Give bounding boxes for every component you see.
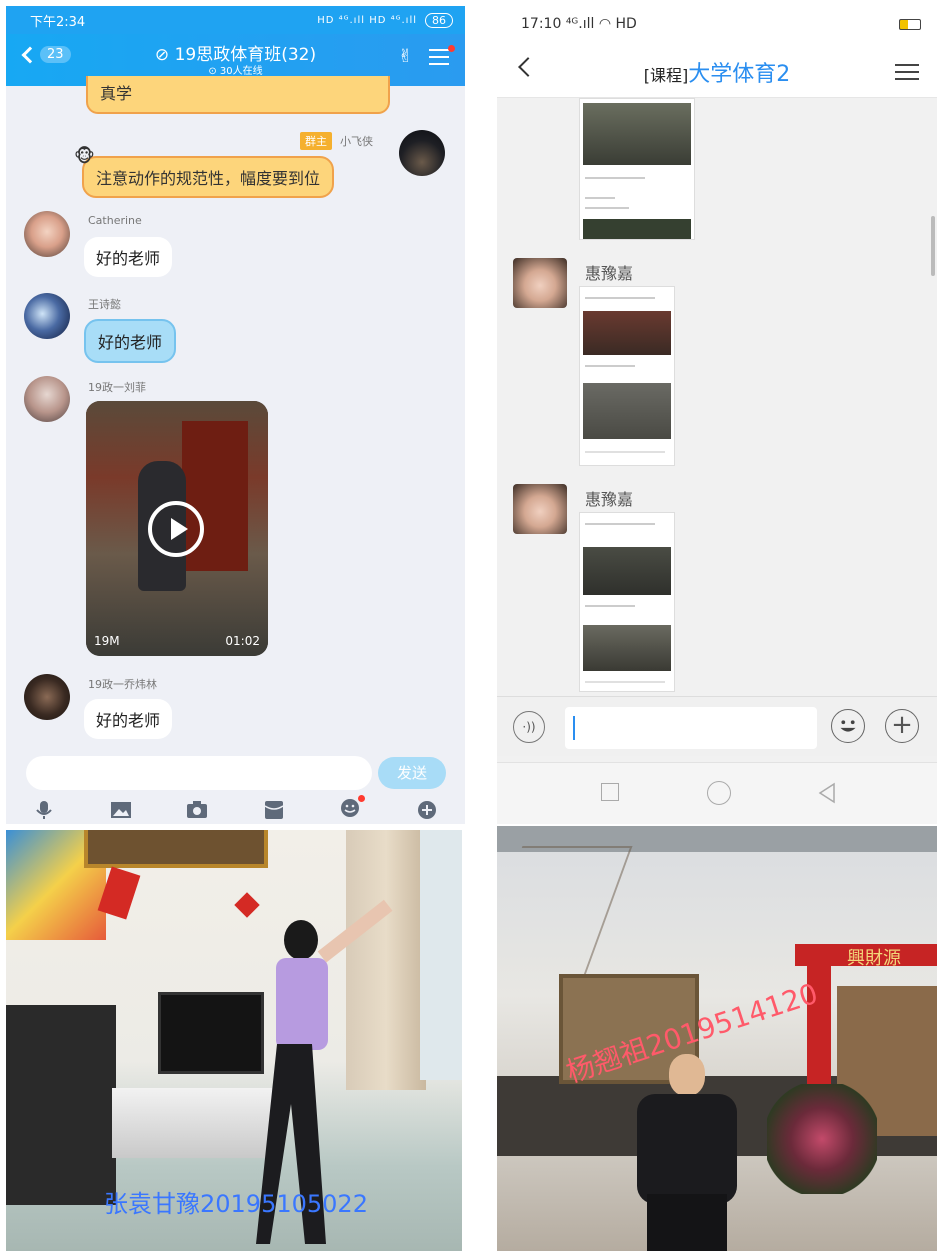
status-time: 下午2:34 xyxy=(30,14,86,30)
sender-name: 惠豫嘉 xyxy=(585,490,634,509)
video-duration: 01:02 xyxy=(225,634,260,648)
sender-name: 惠豫嘉 xyxy=(585,264,634,283)
hand-wave-icon[interactable]: ✌ xyxy=(398,46,413,67)
voice-icon[interactable]: ·)) xyxy=(513,711,545,743)
group-owner-tag: 群主 xyxy=(300,132,332,150)
avatar[interactable] xyxy=(24,376,70,422)
message-bubble[interactable]: 🐵 注意动作的规范性，幅度要到位 xyxy=(74,146,335,198)
image-message[interactable] xyxy=(579,512,675,692)
avatar[interactable] xyxy=(399,130,445,176)
plus-icon[interactable]: + xyxy=(885,709,919,743)
bare-branches xyxy=(497,846,633,986)
flower-bush xyxy=(767,1084,877,1194)
sender-name: 19政一乔炜林 xyxy=(88,678,157,691)
wifi-icon: ◠ xyxy=(598,16,612,32)
avatar[interactable] xyxy=(24,211,70,257)
sender-name: 王诗懿 xyxy=(88,298,121,311)
avatar[interactable] xyxy=(513,258,567,308)
menu-icon[interactable] xyxy=(895,64,919,80)
input-bar: ·)) + xyxy=(497,696,937,756)
message-input[interactable] xyxy=(565,707,817,749)
red-diamond-decoration xyxy=(234,892,260,918)
notification-dot xyxy=(358,795,366,802)
menu-icon[interactable] xyxy=(429,44,455,65)
student-figure xyxy=(607,1054,767,1251)
status-time: 17:10 ⁴ᴳ.ıll ◠ HD xyxy=(521,16,637,32)
text-caret xyxy=(573,716,575,740)
signal-icon: ⁴ᴳ.ıll xyxy=(565,16,595,32)
back-triangle-icon[interactable] xyxy=(817,782,837,804)
course-chat-screen: 17:10 ⁴ᴳ.ıll ◠ HD [课程]大学体育2 惠豫嘉 惠豫嘉 ·)) … xyxy=(497,6,937,824)
input-toolbar xyxy=(6,795,465,824)
message-bubble[interactable]: 好的老师 xyxy=(84,237,173,277)
message-input[interactable] xyxy=(26,756,372,790)
system-navigation-bar xyxy=(497,762,937,824)
message-bubble[interactable]: 真学 xyxy=(86,76,390,114)
image-thumbnail xyxy=(583,103,691,165)
send-button[interactable]: 发送 xyxy=(378,757,446,789)
tv-cabinet xyxy=(6,1005,116,1205)
image-message[interactable] xyxy=(579,286,675,466)
image-thumbnail xyxy=(583,219,691,239)
sender-name: 小飞侠 xyxy=(340,135,373,148)
status-bar: 下午2:34 HD ⁴ᴳ.ıll HD ⁴ᴳ.ıll 86 xyxy=(6,6,465,34)
camera-icon[interactable] xyxy=(186,800,208,820)
image-icon[interactable] xyxy=(110,800,132,820)
message-bubble[interactable]: 好的老师 xyxy=(84,319,177,363)
emoji-button[interactable] xyxy=(339,795,366,822)
message-input-row: 发送 xyxy=(6,752,465,792)
exercise-photo-left: 张袁甘豫20195105022 xyxy=(6,830,462,1251)
curtain xyxy=(346,830,426,1090)
image-thumbnail xyxy=(583,625,671,671)
picture-frame xyxy=(84,830,268,868)
video-size: 19M xyxy=(94,634,120,648)
video-message[interactable]: 19M 01:02 xyxy=(86,401,268,656)
page-title: [课程]大学体育2 xyxy=(643,62,791,87)
recent-apps-icon[interactable] xyxy=(601,783,619,801)
smile-icon[interactable] xyxy=(831,709,865,743)
status-bar: 17:10 ⁴ᴳ.ıll ◠ HD xyxy=(497,6,937,42)
notification-dot xyxy=(448,44,455,52)
couplet-text: 興財源 xyxy=(847,948,901,969)
sender-name: Catherine xyxy=(88,214,142,227)
image-thumbnail xyxy=(583,547,671,595)
plus-icon[interactable] xyxy=(416,800,438,820)
smile-icon xyxy=(341,799,360,817)
avatar[interactable] xyxy=(24,674,70,720)
image-thumbnail xyxy=(583,311,671,355)
qq-group-chat-screen: 下午2:34 HD ⁴ᴳ.ıll HD ⁴ᴳ.ıll 86 23 ⊘ 19思政体… xyxy=(6,6,465,824)
avatar[interactable] xyxy=(513,484,567,534)
cartoon-emoji-icon: 🐵 xyxy=(74,146,95,167)
student-watermark: 张袁甘豫20195105022 xyxy=(104,1190,368,1218)
home-icon[interactable] xyxy=(707,781,731,805)
microphone-icon[interactable] xyxy=(33,800,55,820)
scrollbar[interactable] xyxy=(931,216,935,276)
exercise-photo-right: 杨翘祖2019514120 興財源 xyxy=(497,826,937,1251)
window xyxy=(420,830,462,1080)
signal-indicator: HD ⁴ᴳ.ıll HD ⁴ᴳ.ıll xyxy=(317,14,417,26)
image-message[interactable] xyxy=(579,98,695,240)
play-icon[interactable] xyxy=(148,501,204,557)
red-packet-icon[interactable] xyxy=(263,800,285,820)
battery-indicator: 86 xyxy=(425,12,453,28)
message-bubble[interactable]: 好的老师 xyxy=(84,699,173,739)
avatar[interactable] xyxy=(24,293,70,339)
online-count: ⊙ 30人在线 xyxy=(208,66,263,77)
battery-icon xyxy=(899,18,921,30)
chat-header: [课程]大学体育2 xyxy=(497,42,937,98)
sender-name: 19政一刘菲 xyxy=(88,381,146,394)
image-thumbnail xyxy=(583,383,671,439)
